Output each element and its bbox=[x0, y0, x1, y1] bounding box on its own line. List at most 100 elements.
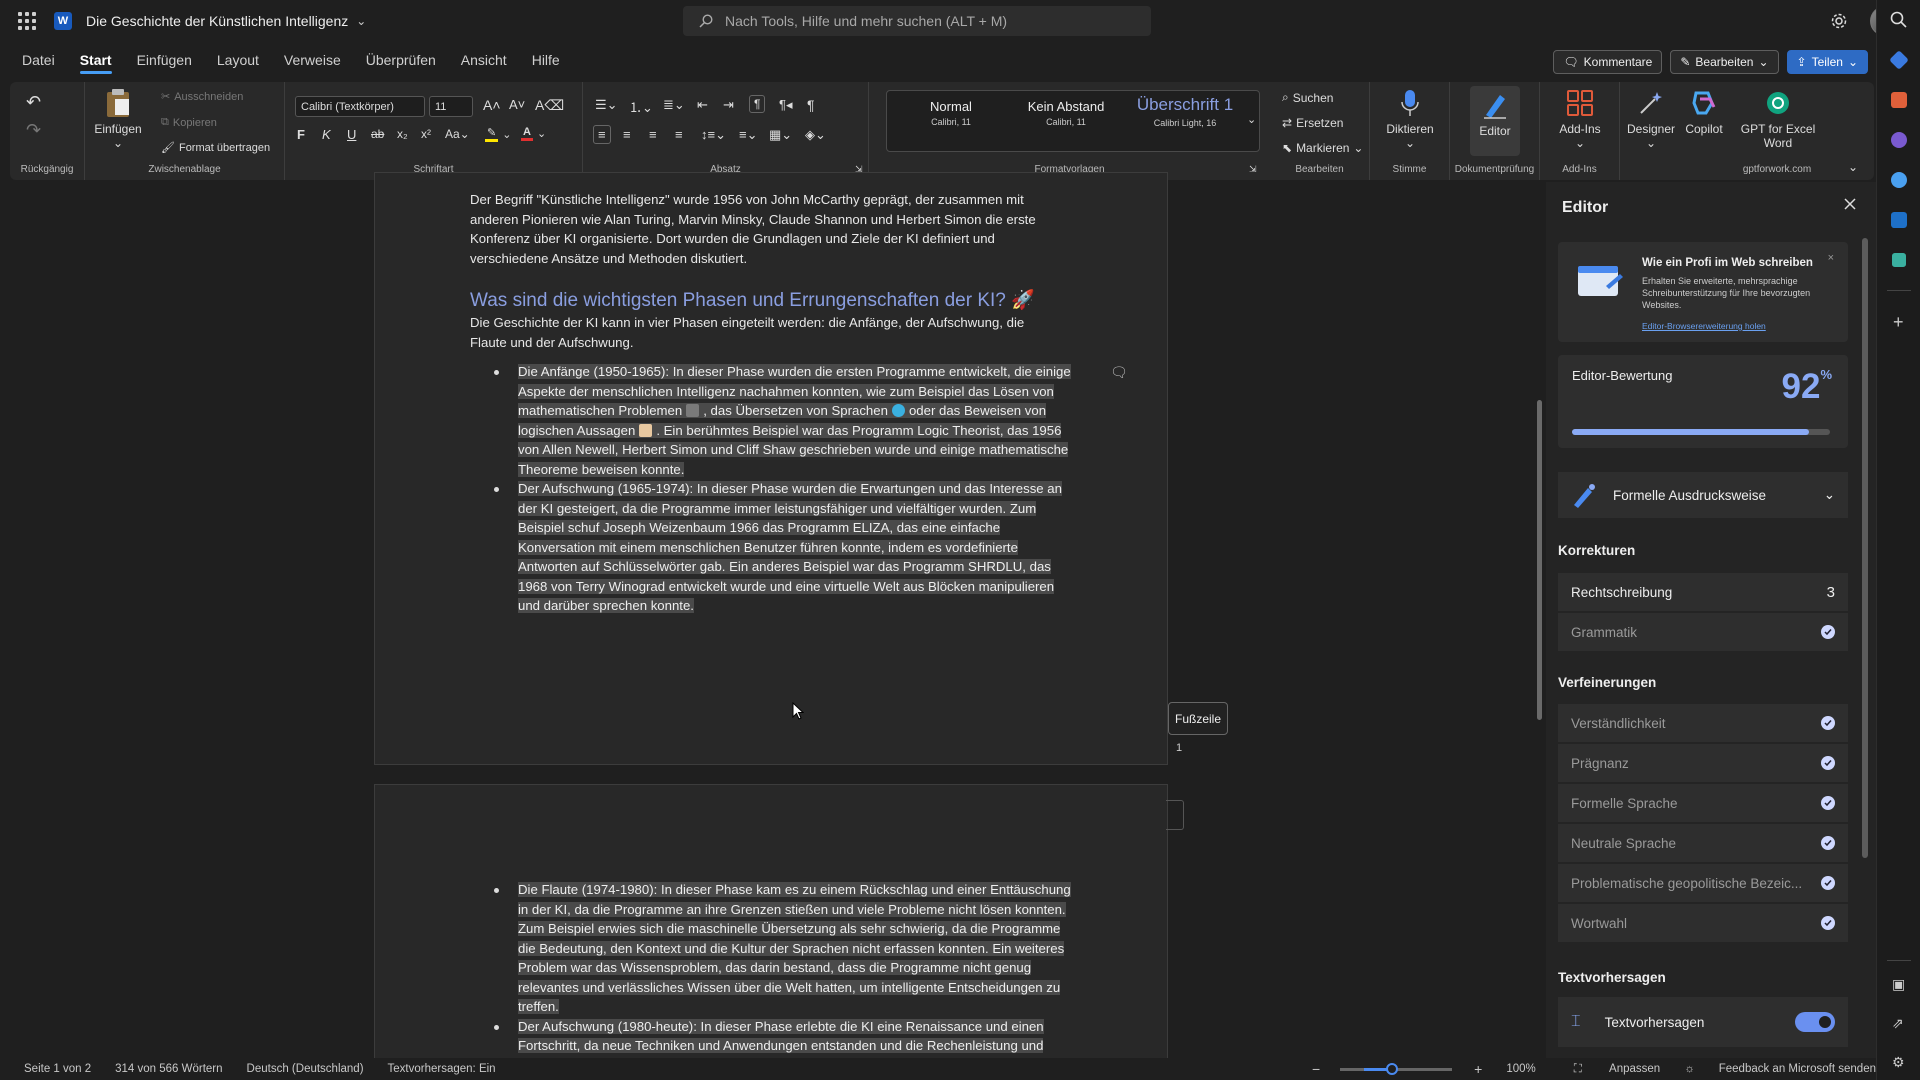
send-icon[interactable] bbox=[1892, 253, 1906, 267]
style-normal[interactable]: Normal Calibri, 11 bbox=[901, 99, 1001, 127]
copy-button[interactable]: ⧉ Kopieren bbox=[161, 116, 217, 129]
clear-format-icon[interactable]: A⌫ bbox=[535, 97, 564, 114]
align-right-icon[interactable]: ≡ bbox=[649, 127, 657, 142]
format-painter-button[interactable]: 🖌 Format übertragen bbox=[161, 141, 270, 155]
refinement-row[interactable]: Neutrale Sprache bbox=[1558, 824, 1848, 862]
zoom-out-icon[interactable]: − bbox=[1312, 1061, 1320, 1077]
section-heading[interactable]: Was sind die wichtigsten Phasen und Erru… bbox=[470, 288, 1035, 312]
highlight-icon[interactable]: ✎ ⌄ bbox=[485, 126, 511, 142]
italic-icon[interactable]: K bbox=[322, 127, 331, 142]
status-language[interactable]: Deutsch (Deutschland) bbox=[247, 1063, 364, 1075]
list-item[interactable]: Die Flaute (1974-1980): In dieser Phase … bbox=[494, 880, 1074, 1017]
close-icon[interactable] bbox=[1844, 198, 1856, 210]
align-center-icon[interactable]: ≡ bbox=[623, 127, 631, 142]
brightness-icon[interactable]: ☼ bbox=[1684, 1063, 1695, 1075]
spelling-row[interactable]: Rechtschreibung 3 bbox=[1558, 573, 1848, 611]
tag-icon[interactable] bbox=[1889, 50, 1909, 70]
plus-icon[interactable]: + bbox=[1893, 312, 1904, 333]
promo-link[interactable]: Editor-Browsererweiterung holen bbox=[1642, 321, 1766, 331]
edit-mode-button[interactable]: ✎ Bearbeiten ⌄ bbox=[1670, 50, 1779, 74]
tab-ueberpruefen[interactable]: Überprüfen bbox=[366, 46, 436, 74]
rtl-icon[interactable]: ¶◂ bbox=[779, 97, 793, 113]
app-launcher-icon[interactable] bbox=[0, 0, 54, 42]
dialog-launcher-icon[interactable]: ⇲ bbox=[1249, 164, 1257, 175]
external-link-icon[interactable]: ⇗ bbox=[1892, 1015, 1904, 1032]
document-scrollbar[interactable] bbox=[1536, 182, 1544, 1058]
strikethrough-icon[interactable]: ab bbox=[371, 127, 384, 141]
superscript-icon[interactable]: x² bbox=[421, 127, 431, 141]
bold-icon[interactable]: F bbox=[297, 127, 305, 142]
people-icon[interactable] bbox=[1891, 132, 1907, 148]
list-item[interactable]: Die Anfänge (1950-1965): In dieser Phase… bbox=[494, 362, 1072, 479]
fit-button[interactable]: ⛶ Anpassen bbox=[1550, 1063, 1660, 1076]
tab-start[interactable]: Start bbox=[79, 46, 112, 74]
find-button[interactable]: ⌕ Suchen bbox=[1282, 90, 1333, 105]
shrink-font-icon[interactable]: A˅ bbox=[509, 97, 525, 112]
document-title[interactable]: Die Geschichte der Künstlichen Intellige… bbox=[86, 13, 348, 29]
refinement-row[interactable]: Prägnanz bbox=[1558, 744, 1848, 782]
justify-icon[interactable]: ≡ bbox=[675, 127, 683, 142]
status-words[interactable]: 314 von 566 Wörtern bbox=[115, 1063, 222, 1075]
addins-button[interactable]: Add-Ins ⌄ bbox=[1552, 88, 1608, 150]
tab-verweise[interactable]: Verweise bbox=[284, 46, 341, 74]
document-scrollbar-thumb[interactable] bbox=[1537, 400, 1542, 720]
outlook-icon[interactable] bbox=[1891, 212, 1907, 228]
replace-button[interactable]: ⇄ Ersetzen bbox=[1282, 116, 1343, 130]
copilot-button[interactable]: Copilot bbox=[1678, 88, 1730, 136]
zoom-in-icon[interactable]: + bbox=[1474, 1061, 1482, 1077]
search-input[interactable]: Nach Tools, Hilfe und mehr suchen (ALT +… bbox=[683, 6, 1151, 36]
grow-font-icon[interactable]: A˄ bbox=[483, 97, 501, 113]
line-spacing-icon[interactable]: ↕≡⌄ bbox=[701, 127, 726, 143]
tab-hilfe[interactable]: Hilfe bbox=[532, 46, 560, 74]
decrease-indent-icon[interactable]: ⇤ bbox=[697, 97, 708, 113]
change-case-icon[interactable]: Aa⌄ bbox=[445, 127, 470, 141]
gear-icon[interactable] bbox=[1830, 12, 1848, 30]
close-icon[interactable]: × bbox=[1828, 252, 1834, 264]
list-item[interactable]: Der Aufschwung (1965-1974): In dieser Ph… bbox=[494, 479, 1072, 616]
tab-layout[interactable]: Layout bbox=[217, 46, 259, 74]
refinement-row[interactable]: Formelle Sprache bbox=[1558, 784, 1848, 822]
cut-button[interactable]: ✂ Ausschneiden bbox=[161, 90, 243, 104]
toolbox-icon[interactable] bbox=[1891, 92, 1907, 108]
tab-ansicht[interactable]: Ansicht bbox=[461, 46, 507, 74]
font-color-icon[interactable]: A ⌄ bbox=[521, 126, 546, 141]
bullets-icon[interactable]: ☰⌄ bbox=[595, 97, 618, 113]
zoom-slider[interactable] bbox=[1340, 1062, 1453, 1075]
styles-more-icon[interactable]: ⌄ bbox=[1247, 113, 1256, 126]
redo-icon[interactable]: ↷ bbox=[26, 120, 41, 141]
gpt-button[interactable]: GPT for Excel Word bbox=[1736, 88, 1820, 150]
list-item[interactable]: Der Aufschwung (1980-heute): In dieser P… bbox=[494, 1017, 1074, 1056]
comment-icon[interactable]: 🗨 bbox=[1110, 364, 1128, 381]
footer-label[interactable]: Fußzeile bbox=[1168, 702, 1228, 735]
share-button[interactable]: ⇪ Teilen ⌄ bbox=[1786, 50, 1868, 74]
document-canvas[interactable]: Der Begriff "Künstliche Intelligenz" wur… bbox=[0, 172, 1545, 1074]
phases-intro-paragraph[interactable]: Die Geschichte der KI kann in vier Phase… bbox=[470, 313, 1110, 352]
panel-icon[interactable]: ▣ bbox=[1892, 976, 1905, 993]
underline-icon[interactable]: U bbox=[347, 127, 356, 142]
subscript-icon[interactable]: x₂ bbox=[397, 127, 408, 141]
status-predictions[interactable]: Textvorhersagen: Ein bbox=[388, 1063, 496, 1075]
grammar-row[interactable]: Grammatik bbox=[1558, 613, 1848, 651]
font-family-select[interactable]: Calibri (Textkörper) bbox=[295, 96, 425, 117]
zoom-level[interactable]: 100% bbox=[1506, 1063, 1535, 1075]
dictate-button[interactable]: Diktieren ⌄ bbox=[1380, 88, 1440, 150]
predictions-toggle[interactable] bbox=[1795, 1012, 1835, 1032]
ribbon-collapse-icon[interactable]: ⌄ bbox=[1848, 160, 1858, 174]
gear-icon[interactable]: ⚙ bbox=[1892, 1054, 1905, 1071]
borders-icon[interactable]: ▦⌄ bbox=[769, 127, 792, 143]
refinement-row[interactable]: Wortwahl bbox=[1558, 904, 1848, 942]
font-size-select[interactable]: 11 bbox=[429, 96, 473, 117]
intro-paragraph[interactable]: Der Begriff "Künstliche Intelligenz" wur… bbox=[470, 190, 1110, 268]
search-icon[interactable] bbox=[1889, 10, 1909, 30]
designer-button[interactable]: Designer ⌄ bbox=[1626, 88, 1676, 150]
ltr-icon[interactable]: ¶ bbox=[749, 95, 766, 113]
shading-icon[interactable]: ◈⌄ bbox=[805, 127, 826, 143]
chevron-down-icon[interactable]: ⌄ bbox=[356, 14, 366, 28]
comments-button[interactable]: 🗨 Kommentare bbox=[1553, 50, 1663, 74]
show-marks-icon[interactable]: ¶ bbox=[807, 97, 815, 113]
style-ueberschrift-1[interactable]: Überschrift 1 Calibri Light, 16 bbox=[1129, 95, 1241, 128]
status-page[interactable]: Seite 1 von 2 bbox=[24, 1063, 91, 1075]
writing-style-select[interactable]: Formelle Ausdrucksweise ⌄ bbox=[1558, 472, 1848, 518]
style-kein-abstand[interactable]: Kein Abstand Calibri, 11 bbox=[1011, 99, 1121, 127]
align-left-icon[interactable]: ≡ bbox=[593, 125, 611, 144]
